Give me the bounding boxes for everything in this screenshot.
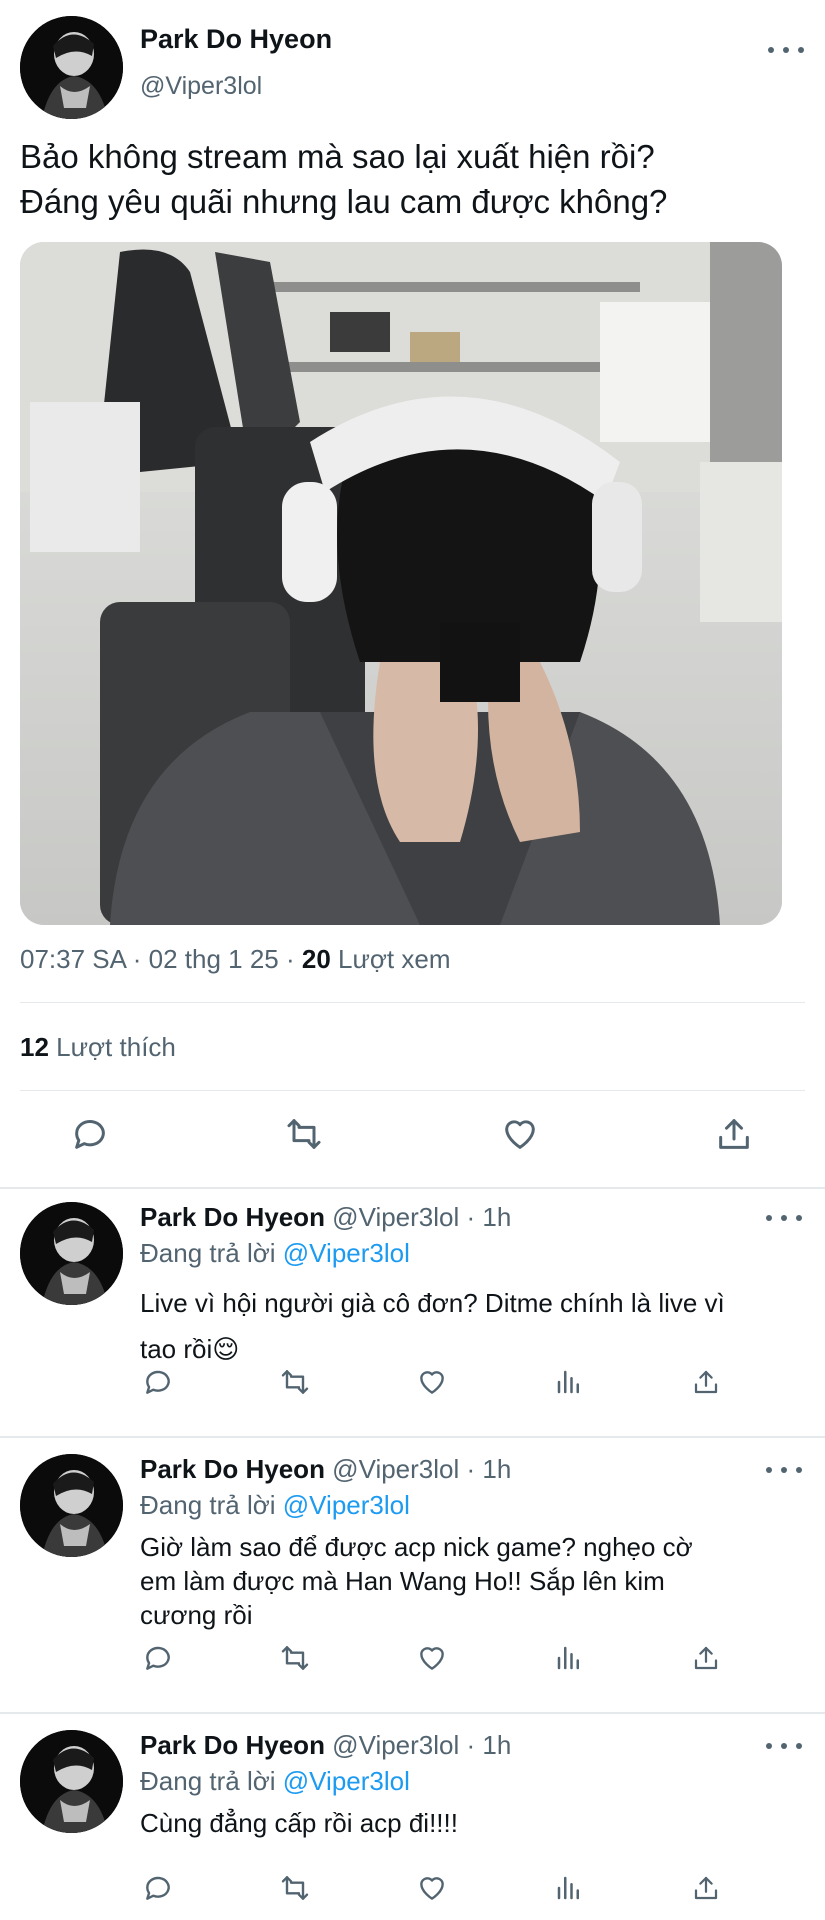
tweet-text-line: Đáng yêu quãi nhưng lau cam được không? <box>20 183 668 220</box>
author-name[interactable]: Park Do Hyeon <box>140 1730 325 1760</box>
avatar[interactable] <box>20 1202 123 1305</box>
reply-text: Live vì hội người già cô đơn? Ditme chín… <box>140 1280 800 1372</box>
author-handle-time[interactable]: @Viper3lol · 1h <box>325 1730 511 1760</box>
tweet-text-line: Bảo không stream mà sao lại xuất hiện rồ… <box>20 138 655 175</box>
retweet-icon[interactable] <box>277 1640 313 1676</box>
avatar-photo <box>20 1454 123 1557</box>
reply-icon[interactable] <box>68 1112 112 1156</box>
reply-actions <box>0 1870 825 1910</box>
mention-link[interactable]: @Viper3lol <box>283 1766 410 1796</box>
views-icon[interactable] <box>551 1870 587 1906</box>
reply-text: Giờ làm sao để được acp nick game? nghẹo… <box>140 1530 800 1632</box>
tweet-meta: 07:37 SA · 02 thg 1 25 · 20 Lượt xem <box>20 944 451 975</box>
retweet-icon[interactable] <box>282 1112 326 1156</box>
reply-text: Cùng đẳng cấp rồi acp đi!!!! <box>140 1806 800 1840</box>
divider <box>20 1002 805 1003</box>
share-icon[interactable] <box>712 1112 756 1156</box>
author-handle-time[interactable]: @Viper3lol · 1h <box>325 1454 511 1484</box>
replying-prefix: Đang trả lời <box>140 1766 283 1796</box>
share-icon[interactable] <box>688 1870 724 1906</box>
more-options-icon[interactable] <box>766 1208 802 1228</box>
share-icon[interactable] <box>688 1640 724 1676</box>
avatar[interactable] <box>20 1730 123 1833</box>
replying-to: Đang trả lời @Viper3lol <box>140 1490 410 1521</box>
reply-tweet[interactable]: Park Do Hyeon @Viper3lol · 1h Đang trả l… <box>0 1188 825 1436</box>
mention-link[interactable]: @Viper3lol <box>283 1490 410 1520</box>
like-icon[interactable] <box>498 1112 542 1156</box>
more-options-icon[interactable] <box>766 1736 802 1756</box>
replying-to: Đang trả lời @Viper3lol <box>140 1766 410 1797</box>
avatar-photo <box>20 1730 123 1833</box>
author-name[interactable]: Park Do Hyeon <box>140 1454 325 1484</box>
views-label: Lượt xem <box>330 944 451 974</box>
replying-prefix: Đang trả lời <box>140 1490 283 1520</box>
replying-prefix: Đang trả lời <box>140 1238 283 1268</box>
reply-icon[interactable] <box>140 1640 176 1676</box>
like-icon[interactable] <box>414 1364 450 1400</box>
views-icon[interactable] <box>551 1640 587 1676</box>
author-handle-time[interactable]: @Viper3lol · 1h <box>325 1202 511 1232</box>
tweet-thread: Park Do Hyeon @Viper3lol Bảo không strea… <box>0 0 825 1920</box>
views-icon[interactable] <box>551 1364 587 1400</box>
views-count: 20 <box>301 944 331 974</box>
reply-text-line: em làm được mà Han Wang Ho!! Sắp lên kim <box>140 1566 665 1596</box>
likes-summary[interactable]: 12 Lượt thích <box>20 1032 176 1063</box>
reply-tweet[interactable]: Park Do Hyeon @Viper3lol · 1h Đang trả l… <box>0 1714 825 1920</box>
avatar[interactable] <box>20 16 123 119</box>
reply-text-line: Giờ làm sao để được acp nick game? nghẹo… <box>140 1532 693 1562</box>
tweet-actions <box>0 1112 825 1160</box>
like-icon[interactable] <box>414 1640 450 1676</box>
retweet-icon[interactable] <box>277 1870 313 1906</box>
main-tweet: Park Do Hyeon @Viper3lol Bảo không strea… <box>0 0 825 1188</box>
tweet-text: Bảo không stream mà sao lại xuất hiện rồ… <box>20 134 800 224</box>
reply-actions <box>0 1364 825 1404</box>
reply-actions <box>0 1640 825 1680</box>
reply-icon[interactable] <box>140 1870 176 1906</box>
author-name[interactable]: Park Do Hyeon <box>140 1202 325 1232</box>
avatar-photo <box>20 16 123 119</box>
office-photo <box>20 242 782 925</box>
reply-header: Park Do Hyeon @Viper3lol · 1h <box>140 1202 511 1233</box>
divider <box>20 1090 805 1091</box>
reply-tweet[interactable]: Park Do Hyeon @Viper3lol · 1h Đang trả l… <box>0 1438 825 1712</box>
tweet-media-image[interactable] <box>20 242 782 925</box>
author-handle[interactable]: @Viper3lol <box>140 72 262 101</box>
reply-text-line: Cùng đẳng cấp rồi acp đi!!!! <box>140 1808 458 1838</box>
avatar[interactable] <box>20 1454 123 1557</box>
reply-text-line: cương rồi <box>140 1600 253 1630</box>
replying-to: Đang trả lời @Viper3lol <box>140 1238 410 1269</box>
tweet-timestamp[interactable]: 07:37 SA · 02 thg 1 25 · <box>20 944 302 974</box>
reply-icon[interactable] <box>140 1364 176 1400</box>
author-name[interactable]: Park Do Hyeon <box>140 24 332 55</box>
mention-link[interactable]: @Viper3lol <box>283 1238 410 1268</box>
share-icon[interactable] <box>688 1364 724 1400</box>
avatar-photo <box>20 1202 123 1305</box>
more-options-icon[interactable] <box>768 40 804 60</box>
like-icon[interactable] <box>414 1870 450 1906</box>
likes-count: 12 <box>20 1032 49 1062</box>
reply-header: Park Do Hyeon @Viper3lol · 1h <box>140 1730 511 1761</box>
reply-header: Park Do Hyeon @Viper3lol · 1h <box>140 1454 511 1485</box>
likes-label: Lượt thích <box>48 1032 176 1062</box>
reply-text-line: Live vì hội người già cô đơn? Ditme chín… <box>140 1288 725 1318</box>
more-options-icon[interactable] <box>766 1460 802 1480</box>
retweet-icon[interactable] <box>277 1364 313 1400</box>
